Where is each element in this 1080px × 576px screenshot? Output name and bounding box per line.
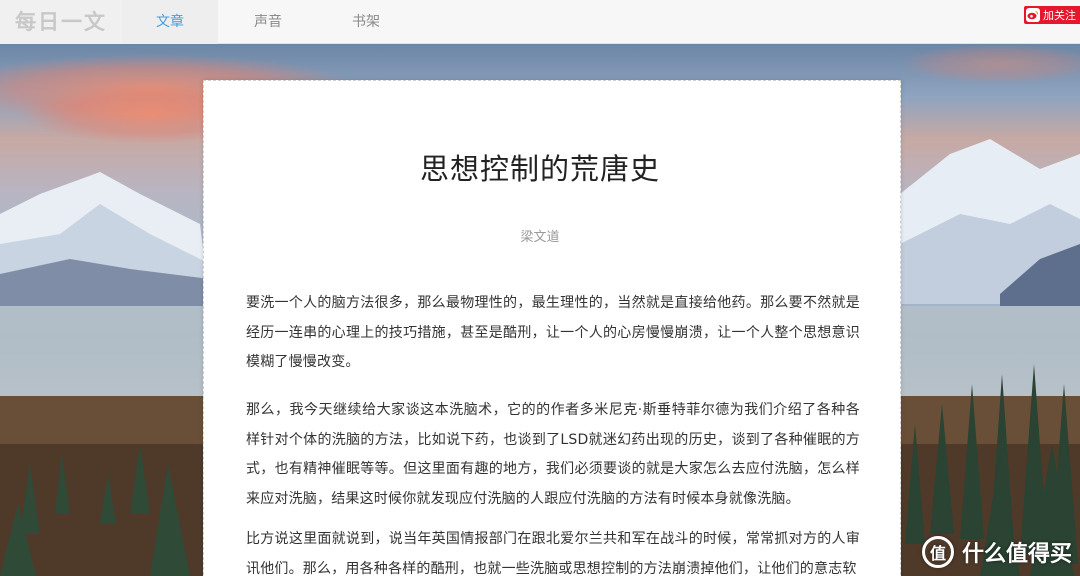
page: 每日一文 文章 声音 书架 加关注 思想控制的荒唐史 梁文道 要洗一个人的脑方法… — [0, 0, 1080, 576]
watermark-logo: 值 什么值得买 — [921, 536, 1072, 568]
weibo-follow-button[interactable]: 加关注 — [1024, 6, 1080, 24]
article-title: 思想控制的荒唐史 — [419, 152, 660, 186]
article-author: 梁文道 — [520, 230, 560, 245]
follow-label: 加关注 — [1043, 9, 1076, 22]
article-paragraph: 要洗一个人的脑方法很多，那么最物理性的，最生理性的，当然就是直接给他药。那么要不… — [246, 295, 860, 370]
tab-bookshelf[interactable]: 书架 — [318, 0, 414, 44]
article-paragraph: 那么，我今天继续给大家谈这本洗脑术，它的的作者多米尼克·斯垂特菲尔德为我们介绍了… — [246, 402, 860, 507]
smzdm-icon: 值 — [921, 536, 954, 568]
weibo-icon — [1026, 8, 1040, 22]
tab-audio[interactable]: 声音 — [220, 0, 316, 44]
site-logo[interactable]: 每日一文 — [0, 0, 122, 44]
tab-articles[interactable]: 文章 — [122, 0, 218, 44]
article-paragraph: 比方说这里面就说到，说当年英国情报部门在跟北爱尔兰共和军在战斗的时候，常常抓对方… — [246, 531, 860, 576]
top-navigation-bar: 每日一文 文章 声音 书架 加关注 — [0, 0, 1080, 44]
watermark-text: 什么值得买 — [961, 542, 1072, 567]
